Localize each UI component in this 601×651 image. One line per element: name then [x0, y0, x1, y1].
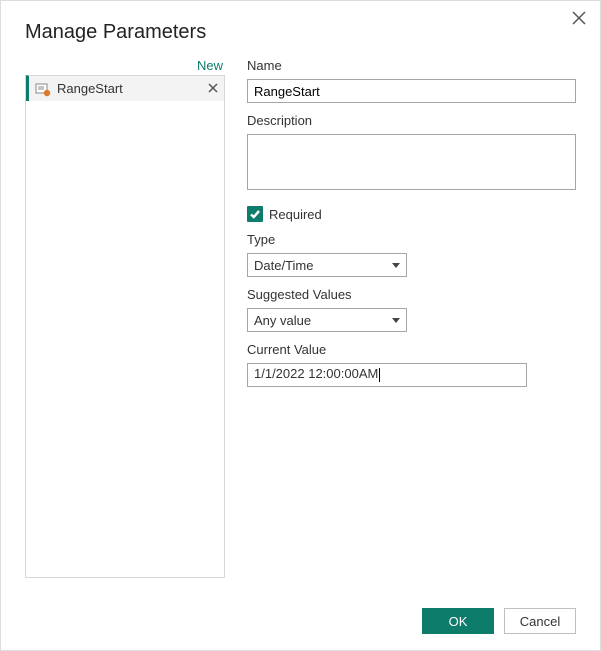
parameter-icon	[35, 81, 51, 97]
current-value-text: 1/1/2022 12:00:00AM	[254, 366, 378, 381]
type-select-value: Date/Time	[254, 258, 313, 273]
parameter-list-item-label: RangeStart	[57, 81, 208, 96]
new-parameter-link[interactable]: New	[197, 58, 223, 73]
required-label: Required	[269, 207, 322, 222]
chevron-down-icon	[392, 318, 400, 323]
close-icon[interactable]	[572, 11, 586, 28]
name-input[interactable]	[247, 79, 576, 103]
dialog-title: Manage Parameters	[25, 21, 576, 44]
suggested-values-label: Suggested Values	[247, 287, 576, 302]
current-value-label: Current Value	[247, 342, 576, 357]
parameter-list-item[interactable]: RangeStart	[26, 75, 224, 101]
type-select[interactable]: Date/Time	[247, 253, 407, 277]
delete-parameter-icon[interactable]	[208, 81, 218, 96]
required-checkbox[interactable]	[247, 206, 263, 222]
ok-button[interactable]: OK	[422, 608, 494, 634]
chevron-down-icon	[392, 263, 400, 268]
suggested-values-select-value: Any value	[254, 313, 311, 328]
description-input[interactable]	[247, 134, 576, 190]
manage-parameters-dialog: Manage Parameters New RangeStart	[1, 1, 600, 650]
current-value-input[interactable]: 1/1/2022 12:00:00AM	[247, 363, 527, 387]
parameter-form: Name Description Required Type Date/Time…	[247, 58, 576, 578]
description-label: Description	[247, 113, 576, 128]
text-cursor	[379, 368, 380, 382]
cancel-button[interactable]: Cancel	[504, 608, 576, 634]
parameter-sidebar: New RangeStart	[25, 58, 225, 578]
type-label: Type	[247, 232, 576, 247]
suggested-values-select[interactable]: Any value	[247, 308, 407, 332]
name-label: Name	[247, 58, 576, 73]
